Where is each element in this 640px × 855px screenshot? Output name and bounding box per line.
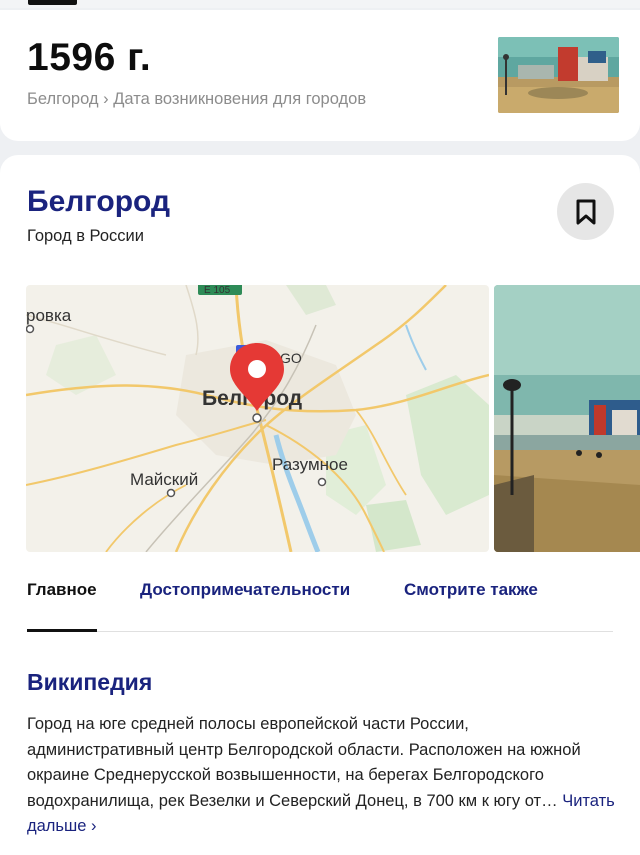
tab-divider (27, 631, 613, 632)
tab-see-also[interactable]: Смотрите также (404, 580, 538, 600)
active-tab-indicator (27, 629, 97, 632)
entity-title[interactable]: Белгород (27, 185, 170, 219)
city-photo[interactable] (494, 285, 640, 552)
map-label-left: ровка (26, 306, 72, 325)
tab-main[interactable]: Главное (27, 580, 97, 600)
breadcrumb-topic[interactable]: Дата возникновения для городов (113, 90, 366, 108)
breadcrumb-city[interactable]: Белгород (27, 90, 99, 108)
entity-subtitle: Город в России (27, 227, 144, 245)
breadcrumb: Белгород › Дата возникновения для городо… (27, 90, 366, 109)
wikipedia-heading[interactable]: Википедия (27, 669, 152, 696)
wikipedia-text: Город на юге средней полосы европейской … (27, 712, 617, 840)
top-strip (0, 0, 640, 8)
map-road-sign: E 105 (204, 285, 231, 296)
map-label-razumnoe: Разумное (272, 455, 348, 474)
fact-thumbnail[interactable] (498, 37, 619, 113)
map[interactable]: E 105 GO ровка Белгород Майский Разумное (26, 285, 489, 552)
bookmark-icon (576, 199, 595, 224)
fact-value: 1596 г. (27, 36, 152, 79)
entity-card: Белгород Город в России E 105 GO ровка М… (0, 155, 640, 855)
breadcrumb-separator: › (103, 90, 109, 108)
map-label-mayskiy: Майский (130, 470, 198, 489)
tabs: Главное Достопримечательности Смотрите т… (27, 580, 617, 620)
tab-attractions[interactable]: Достопримечательности (140, 580, 350, 600)
scroll-indicator (28, 0, 77, 5)
bookmark-button[interactable] (557, 183, 614, 240)
wikipedia-snippet: Город на юге средней полосы европейской … (27, 715, 581, 810)
fact-card[interactable]: 1596 г. Белгород › Дата возникновения дл… (0, 10, 640, 141)
